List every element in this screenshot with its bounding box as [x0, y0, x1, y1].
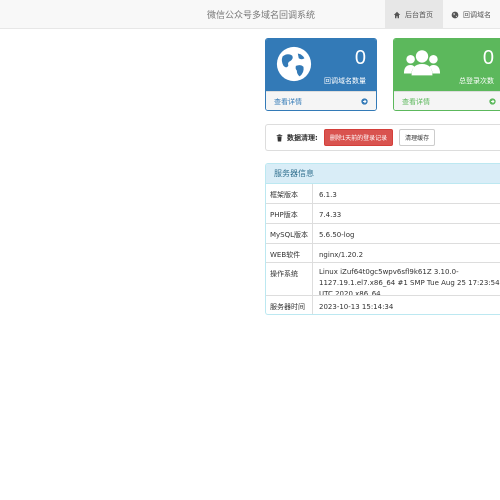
delete-old-logins-button[interactable]: 删除1天前的登录记录	[323, 129, 394, 146]
table-row: 框架版本 6.1.3	[266, 184, 500, 204]
stat-card-logins: 0 总登录次数 查看详情	[393, 38, 500, 111]
server-info-title: 服务器信息	[266, 164, 500, 184]
info-key: WEB软件	[266, 244, 313, 262]
tab-callback-domains-label: 回调域名	[463, 10, 491, 19]
info-value: Linux iZuf64t0gc5wpv6sfl9k61Z 3.10.0-112…	[319, 268, 500, 295]
tab-dashboard-home[interactable]: 后台首页	[385, 0, 443, 29]
info-value: 5.6.50-log	[319, 231, 355, 239]
info-key: 框架版本	[266, 184, 313, 203]
table-row: 操作系统 Linux iZuf64t0gc5wpv6sfl9k61Z 3.10.…	[266, 263, 500, 296]
site-title: 微信公众号多域名回调系统	[207, 11, 316, 21]
login-count-caption: 总登录次数	[459, 77, 494, 85]
data-cleanup-label: 数据清理:	[287, 133, 318, 142]
sidebar-area	[0, 30, 265, 500]
table-row: 服务器时间 2023-10-13 15:14:34	[266, 296, 500, 314]
trash-icon	[276, 133, 283, 142]
info-key: MySQL版本	[266, 224, 313, 243]
arrow-circle-right-icon	[489, 98, 496, 105]
info-key: PHP版本	[266, 204, 313, 223]
view-details-label: 查看详情	[274, 97, 302, 106]
clear-cache-button[interactable]: 清理缓存	[399, 129, 436, 146]
tab-callback-domains[interactable]: 回调域名	[443, 0, 500, 29]
stat-card-domains: 0 回调域名数量 查看详情	[265, 38, 377, 111]
data-cleanup-bar: 数据清理: 删除1天前的登录记录 清理缓存	[265, 124, 500, 151]
login-count-value: 0	[482, 47, 494, 69]
info-value: nginx/1.20.2	[319, 251, 364, 259]
view-details-link-logins[interactable]: 查看详情	[394, 91, 500, 110]
users-icon	[403, 45, 441, 83]
top-navbar: 微信公众号多域名回调系统 后台首页 回调域名	[0, 0, 500, 29]
info-key: 服务器时间	[266, 296, 313, 314]
domain-count-value: 0	[354, 47, 366, 69]
view-details-link-domains[interactable]: 查看详情	[266, 91, 376, 110]
home-icon	[393, 11, 401, 19]
info-value: 7.4.33	[319, 211, 342, 219]
info-value: 2023-10-13 15:14:34	[319, 303, 394, 311]
table-row: MySQL版本 5.6.50-log	[266, 224, 500, 244]
table-row: WEB软件 nginx/1.20.2	[266, 244, 500, 263]
info-value: 6.1.3	[319, 191, 337, 199]
tab-dashboard-home-label: 后台首页	[405, 10, 433, 19]
info-key: 操作系统	[266, 263, 313, 295]
view-details-label: 查看详情	[402, 97, 430, 106]
arrow-circle-right-icon	[361, 98, 368, 105]
domain-count-caption: 回调域名数量	[324, 77, 366, 85]
table-row: PHP版本 7.4.33	[266, 204, 500, 224]
globe-icon	[275, 45, 313, 83]
globe-icon	[451, 11, 459, 19]
server-info-panel: 服务器信息 框架版本 6.1.3 PHP版本 7.4.33 MySQL版本 5.…	[265, 163, 500, 315]
